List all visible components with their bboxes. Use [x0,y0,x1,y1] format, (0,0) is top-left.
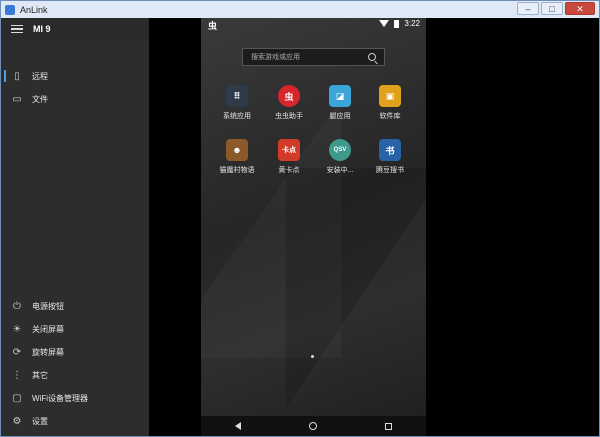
app-icon: ⠿ [226,85,248,107]
sidebar-item-screen-off[interactable]: ☀ 关闭屏幕 [1,319,149,339]
gear-icon: ⚙ [12,415,22,427]
status-time: 3:22 [404,19,420,28]
app-icon: 卡点 [278,139,300,161]
more-vertical-icon: ⋮ [12,369,22,381]
app-name: 虫虫助手 [275,113,303,120]
sidebar-item-more[interactable]: ⋮ 其它 [1,365,149,385]
power-icon: ⏻ [13,300,21,312]
window-controls: – □ ✕ [517,2,595,15]
sidebar-item-label: 电源按钮 [32,301,64,311]
search-placeholder: 搜索游戏或应用 [251,54,300,61]
app-icon: 书 [379,139,401,161]
wifi-device-icon: ▢ [12,392,22,404]
window-title: AnLink [20,4,48,15]
home-icon[interactable] [309,422,317,430]
app-logo-icon [5,4,15,15]
app-cat-village[interactable]: ☻ 猫魔村物语 [212,139,262,175]
app-software-library[interactable]: ▣ 软件库 [365,85,415,121]
app-icon: ▣ [379,85,401,107]
app-window: AnLink – □ ✕ MI 9 ▯ 远程 ▭ 文件 ⏻ 电源按钮 ☀ 关闭屏… [0,0,600,437]
wifi-icon [379,20,390,27]
title-bar[interactable]: AnLink – □ ✕ [1,1,599,18]
search-icon [368,53,376,61]
app-icon: 虫 [278,85,300,107]
sidebar: MI 9 ▯ 远程 ▭ 文件 ⏻ 电源按钮 ☀ 关闭屏幕 ⟳ 旋转屏幕 ⋮ 其它… [1,18,149,436]
sidebar-item-label: 关闭屏幕 [32,324,64,334]
app-system-apps[interactable]: ⠿ 系统应用 [212,85,262,121]
app-name: 猫魔村物语 [219,167,255,174]
app-name: 黄卡点 [278,167,300,174]
device-name: MI 9 [33,24,51,34]
bulb-icon: ☀ [12,323,22,335]
back-icon[interactable] [235,422,241,430]
android-nav-bar [201,416,426,436]
app-icon: ◪ [329,85,351,107]
sidebar-item-rotate[interactable]: ⟳ 旋转屏幕 [1,342,149,362]
search-input[interactable]: 搜索游戏或应用 [242,48,385,66]
battery-icon [394,19,400,28]
app-icon: QSV [329,139,351,161]
client-area: MI 9 ▯ 远程 ▭ 文件 ⏻ 电源按钮 ☀ 关闭屏幕 ⟳ 旋转屏幕 ⋮ 其它… [1,18,599,436]
maximize-button[interactable]: □ [541,2,563,15]
sidebar-item-label: 远程 [32,71,48,81]
sidebar-item-settings[interactable]: ⚙ 设置 [1,411,149,431]
minimize-button[interactable]: – [517,2,539,15]
sidebar-item-wifi-manager[interactable]: ▢ WiFi设备管理器 [1,388,149,408]
phone-screen[interactable]: 虫 3:22 搜索游戏或应用 ⠿ 系统应用 虫 虫虫助手 ◪ 腿应用 ▣ 软件库… [201,18,426,436]
app-name: 安装中... [326,167,354,174]
sidebar-item-label: 设置 [32,416,48,426]
app-chongchong[interactable]: 虫 虫虫助手 [264,85,314,121]
app-name: 腿应用 [329,113,351,120]
app-icon: ☻ [226,139,248,161]
sidebar-item-label: 旋转屏幕 [32,347,64,357]
sidebar-header: MI 9 [1,18,149,40]
app-book-search[interactable]: 书 腾豆搜书 [365,139,415,175]
sidebar-item-label: WiFi设备管理器 [32,393,88,403]
phone-icon: ▯ [14,70,20,82]
app-name: 软件库 [379,113,401,120]
phone-mirror-area: 虫 3:22 搜索游戏或应用 ⠿ 系统应用 虫 虫虫助手 ◪ 腿应用 ▣ 软件库… [149,18,599,436]
sidebar-item-files[interactable]: ▭ 文件 [1,89,149,109]
app-leg-app[interactable]: ◪ 腿应用 [315,85,365,121]
recents-icon[interactable] [385,422,392,430]
sidebar-item-label: 其它 [32,370,48,380]
app-name: 系统应用 [223,113,251,120]
app-card-point[interactable]: 卡点 黄卡点 [264,139,314,175]
menu-icon[interactable] [11,23,23,36]
status-app-logo: 虫 [208,20,218,31]
close-button[interactable]: ✕ [565,2,595,15]
app-installing[interactable]: QSV 安装中... [315,139,365,175]
page-indicator-dot [311,355,314,358]
app-name: 腾豆搜书 [376,167,404,174]
status-bar: 虫 3:22 [201,18,426,32]
sidebar-item-power[interactable]: ⏻ 电源按钮 [1,296,149,316]
folder-icon: ▭ [12,93,22,105]
rotate-icon: ⟳ [12,346,22,358]
sidebar-item-label: 文件 [32,94,48,104]
sidebar-item-remote[interactable]: ▯ 远程 [1,66,149,86]
